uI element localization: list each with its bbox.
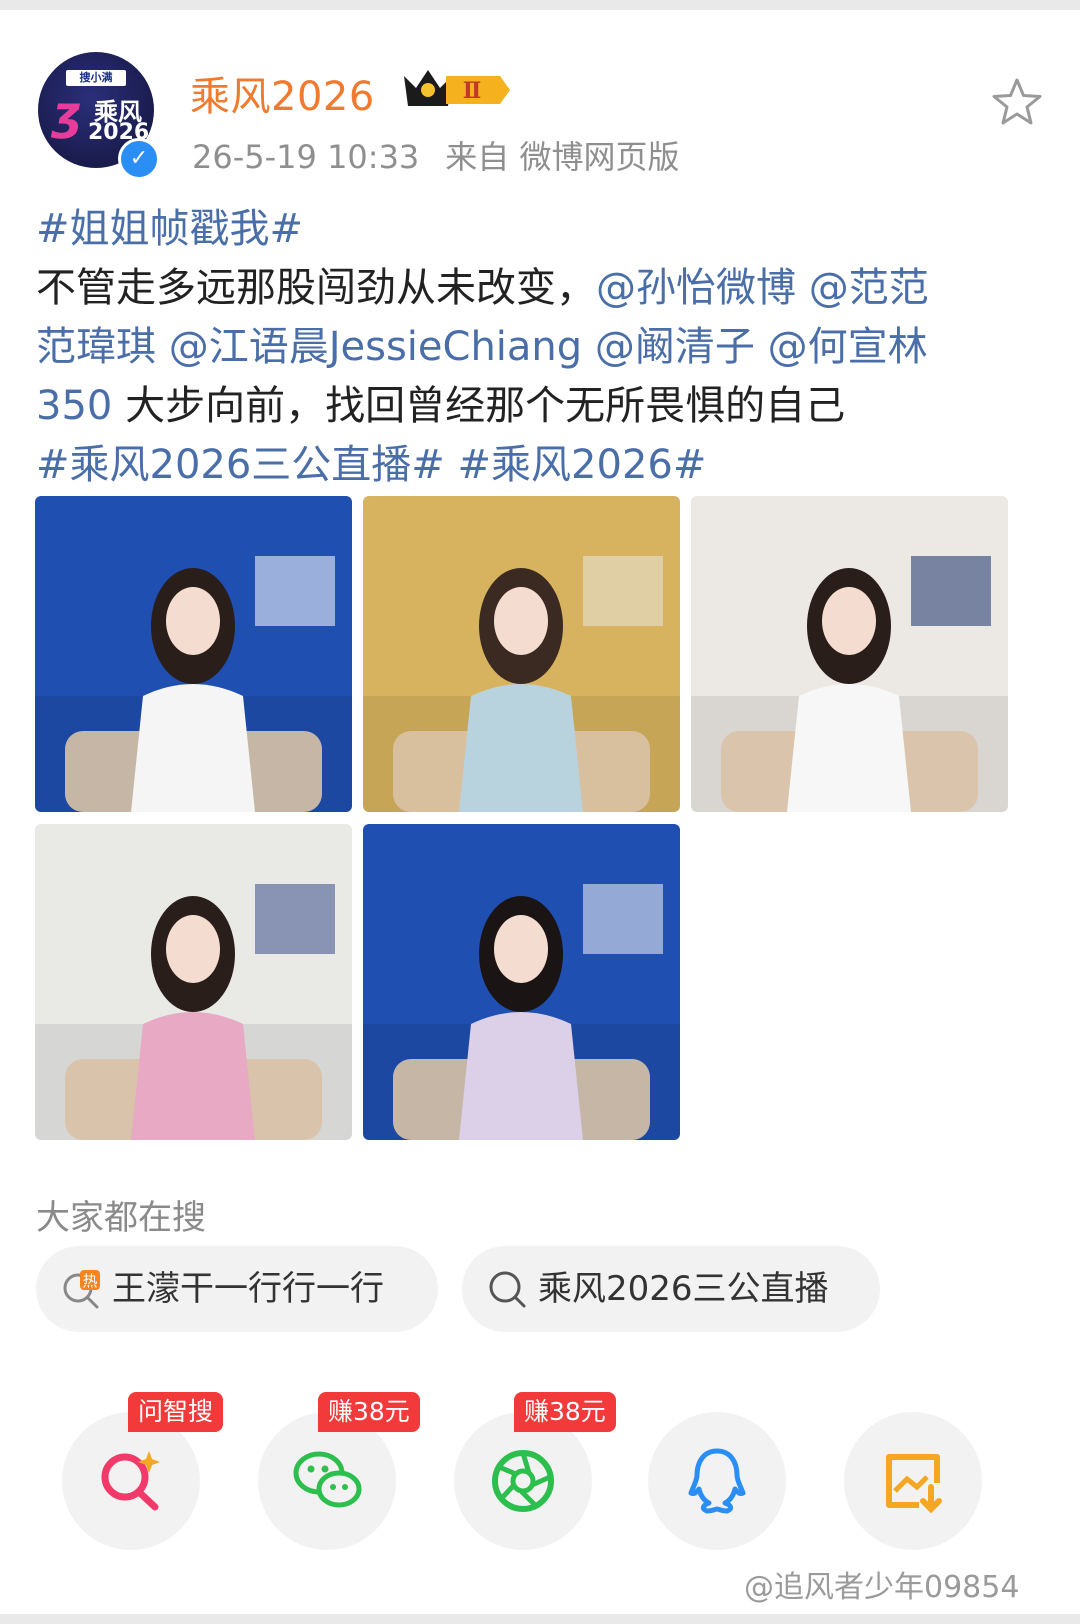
trending-chip-1-label: 王濛干一行行一行 [112, 1269, 384, 1309]
photo-image [35, 556, 352, 812]
svg-text:热: 热 [82, 1272, 97, 1290]
ai-search-badge: 问智搜 [128, 1392, 224, 1432]
save-image-icon [886, 1454, 942, 1514]
photo-image [35, 884, 352, 1140]
post-link[interactable]: 350 [36, 383, 112, 429]
post-link[interactable]: 范瑋琪 @江语晨JessieChiang @阚清子 @何宣林 [36, 324, 928, 370]
trending-chip-2-label: 乘风2026三公直播 [538, 1269, 829, 1309]
post-line: #姐姐帧戳我# [36, 200, 1046, 259]
verified-icon: ✓ [118, 138, 160, 180]
moments-badge: 赚38元 [514, 1392, 616, 1432]
post-text-segment: 不管走多远那股闯劲从未改变， [36, 265, 596, 311]
trending-search-title: 大家都在搜 [36, 1198, 206, 1238]
post-meta: 26-5-19 10:33 来自 微博网页版 [192, 132, 679, 178]
avatar-logo-mark: ʒ [52, 86, 82, 140]
trending-chip-2[interactable]: 乘风2026三公直播 [462, 1246, 880, 1332]
username[interactable]: 乘风2026 [190, 64, 375, 122]
search-icon [489, 1271, 526, 1308]
post-link[interactable]: @孙怡微博 @范范 [596, 265, 929, 311]
post-line: 350 大步向前，找回曾经那个无所畏惧的自己 [36, 377, 1046, 436]
share-moments-button[interactable] [454, 1412, 592, 1550]
qq-icon [688, 1448, 746, 1514]
post-line: 不管走多远那股闯劲从未改变，@孙怡微博 @范范 [36, 259, 1046, 318]
moments-icon [492, 1450, 554, 1512]
photo-thumbnail[interactable] [363, 824, 680, 1140]
photo-thumbnail[interactable] [691, 496, 1008, 812]
photo-thumbnail[interactable] [35, 824, 352, 1140]
share-save-image-button[interactable] [844, 1412, 982, 1550]
photo-image [363, 884, 680, 1140]
post-body: #姐姐帧戳我# 不管走多远那股闯劲从未改变，@孙怡微博 @范范范瑋琪 @江语晨Je… [36, 200, 1046, 495]
favorite-star-icon[interactable] [990, 76, 1044, 130]
wechat-icon [293, 1451, 362, 1508]
post-link[interactable]: #姐姐帧戳我# [36, 206, 303, 252]
weibo-post-card: 搜小满 ʒ 乘风 2026 ✓ 乘风2026 Ⅱ 26-5-19 10:33 来自… [0, 10, 1080, 1614]
share-wechat-button[interactable] [258, 1412, 396, 1550]
photo-thumbnail[interactable] [363, 496, 680, 812]
trending-chip-1[interactable]: 热 王濛干一行行一行 [36, 1246, 438, 1332]
hot-search-icon: 热 [63, 1270, 100, 1309]
wechat-badge: 赚38元 [318, 1392, 420, 1432]
post-timestamp: 26-5-19 10:33 [192, 138, 420, 176]
ai-search-icon [101, 1451, 160, 1511]
post-line: #乘风2026三公直播# #乘风2026# [36, 436, 1046, 495]
post-line: 范瑋琪 @江语晨JessieChiang @阚清子 @何宣林 [36, 318, 1046, 377]
photo-image [363, 556, 680, 812]
photo-image [691, 556, 1008, 812]
post-text-segment: 大步向前，找回曾经那个无所畏惧的自己 [112, 383, 846, 429]
share-qq-button[interactable] [648, 1412, 786, 1550]
share-ai-search-button[interactable] [62, 1412, 200, 1550]
weibo-watermark: @追风者少年09854 [744, 1570, 1020, 1605]
post-source: 来自 微博网页版 [445, 138, 680, 176]
photo-thumbnail[interactable] [35, 496, 352, 812]
vip-level-text: Ⅱ [463, 78, 482, 104]
post-link[interactable]: #乘风2026三公直播# #乘风2026# [36, 442, 706, 488]
vip-level-badge[interactable]: Ⅱ [402, 66, 512, 110]
avatar-brand: 搜小满 [66, 70, 126, 86]
